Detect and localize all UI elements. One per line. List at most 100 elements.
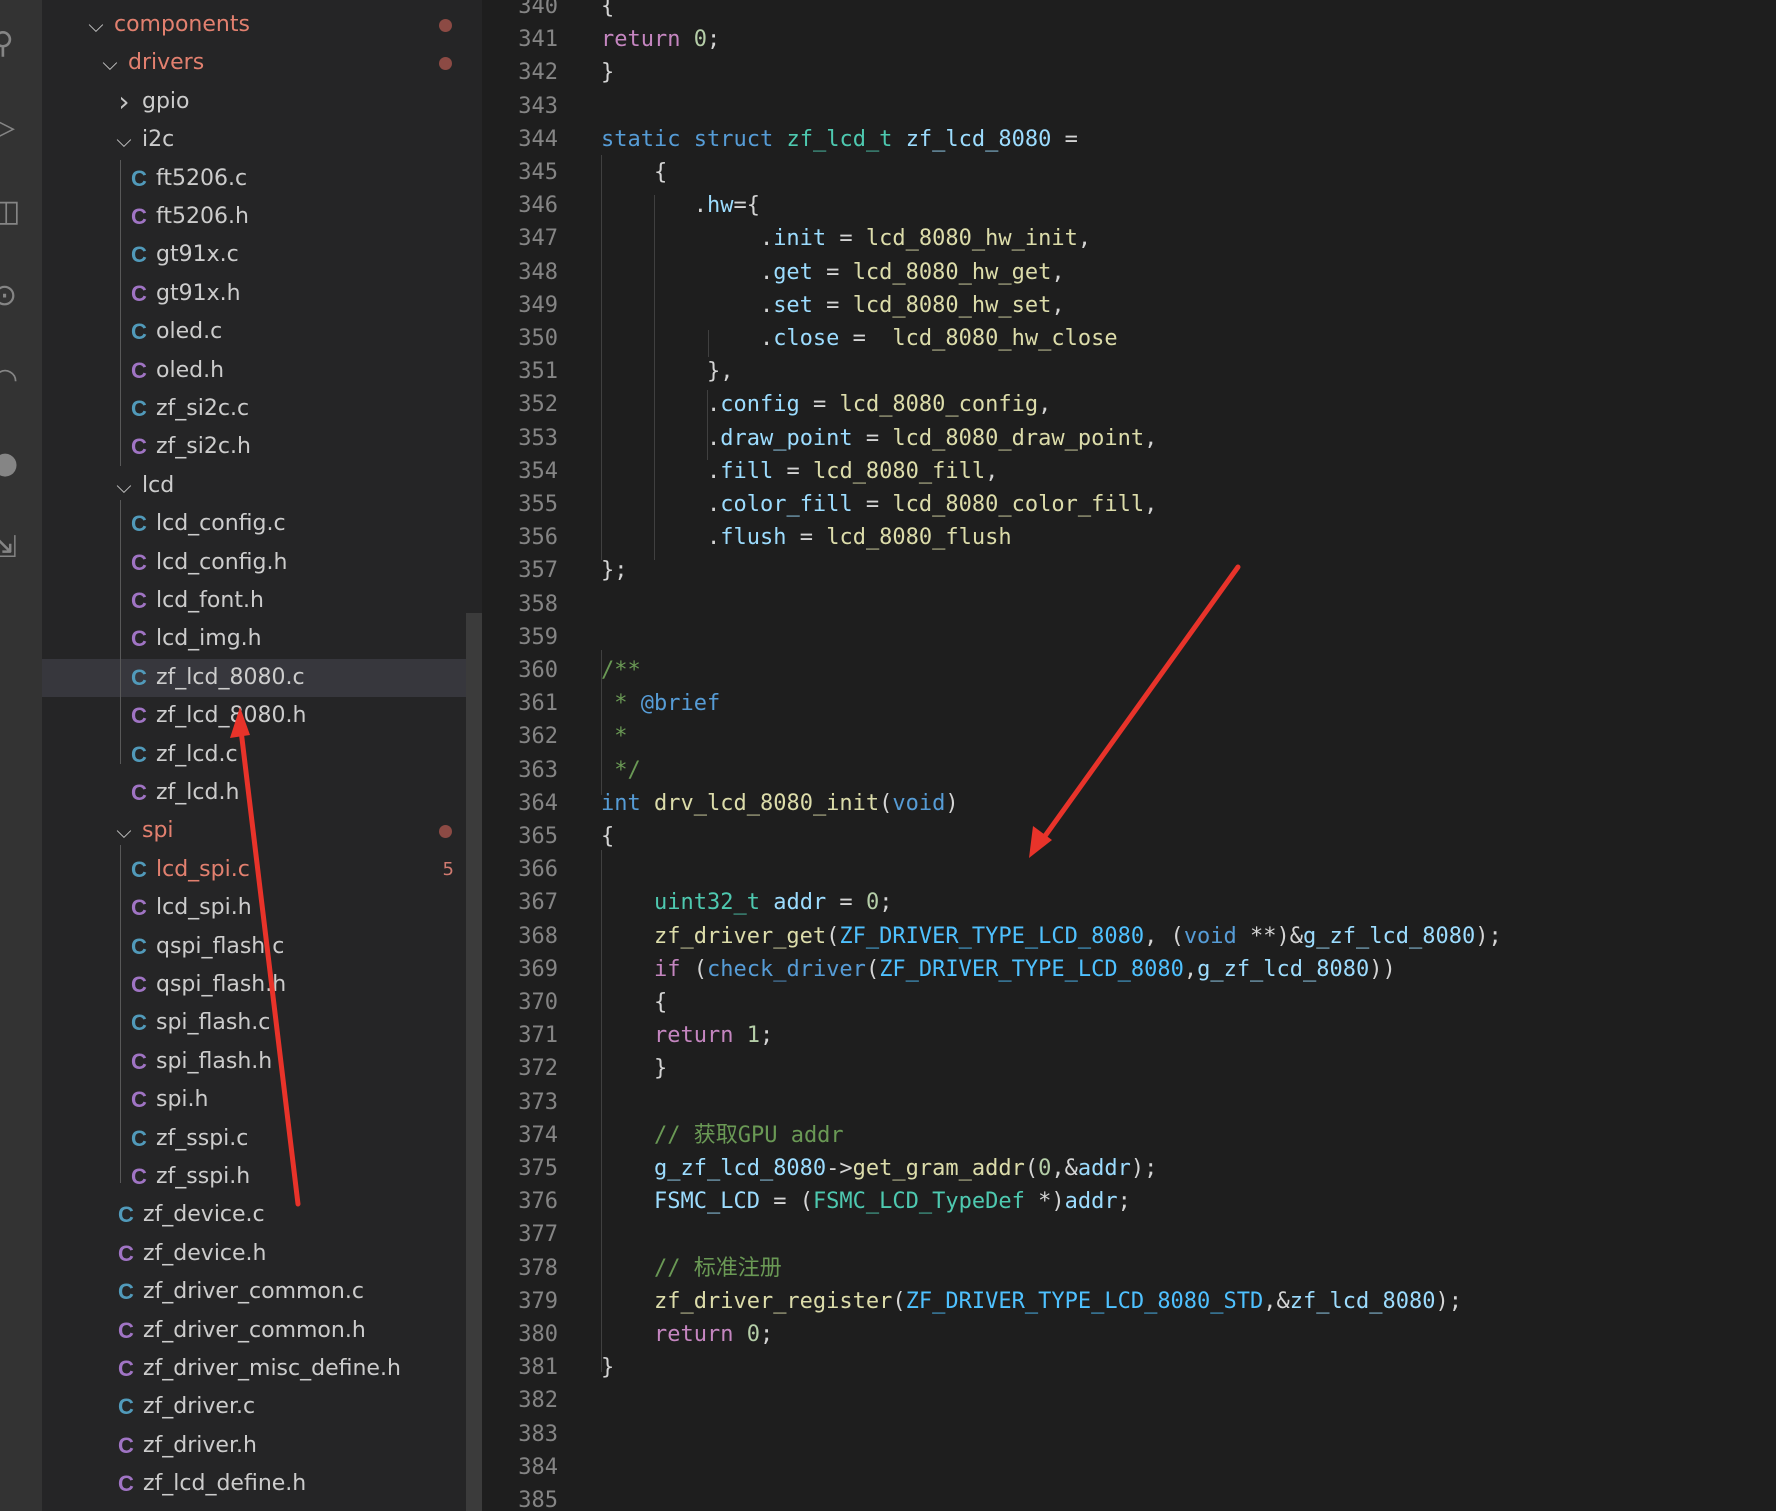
- code-line[interactable]: * @brief: [601, 687, 720, 720]
- tree-file[interactable]: Czf_lcd_8080.h: [42, 697, 482, 735]
- tree-file[interactable]: Czf_driver_common.c: [42, 1273, 482, 1311]
- code-line[interactable]: .hw={: [601, 189, 760, 222]
- code-line[interactable]: {: [601, 986, 667, 1019]
- tree-file[interactable]: Czf_device.c: [42, 1196, 482, 1234]
- code-line[interactable]: }: [601, 1351, 614, 1384]
- code-line[interactable]: zf_driver_register(ZF_DRIVER_TYPE_LCD_80…: [601, 1285, 1462, 1318]
- code-line[interactable]: .flush = lcd_8080_flush: [601, 521, 1012, 554]
- code-line[interactable]: {: [601, 156, 667, 189]
- source-control-icon[interactable]: ⚲: [0, 24, 22, 64]
- file-name: zf_device.c: [143, 1202, 265, 1228]
- code-line[interactable]: g_zf_lcd_8080->get_gram_addr(0,&addr);: [601, 1152, 1157, 1185]
- code-token: }: [601, 60, 615, 86]
- tree-file[interactable]: Cqspi_flash.h: [42, 966, 482, 1004]
- tree-folder[interactable]: ⌵ lcd: [42, 467, 482, 505]
- tree-file[interactable]: Cspi_flash.h: [42, 1043, 482, 1081]
- tree-folder[interactable]: ⌵ components: [42, 6, 482, 44]
- file-name: oled.c: [156, 319, 223, 345]
- tree-file[interactable]: Czf_driver.c: [42, 1388, 482, 1426]
- line-number: 382: [518, 1388, 558, 1414]
- remote-explorer-icon[interactable]: ⊙: [0, 276, 22, 316]
- tree-folder[interactable]: ⌵ spi: [42, 812, 482, 850]
- tree-file[interactable]: Czf_lcd_8080.c: [42, 658, 482, 697]
- tree-file[interactable]: Cspi_flash.c: [42, 1004, 482, 1042]
- tree-file[interactable]: Czf_lcd.h: [42, 774, 482, 812]
- tree-folder[interactable]: ⌵ i2c: [42, 121, 482, 159]
- code-line[interactable]: return 0;: [601, 23, 720, 56]
- tree-file[interactable]: Cgt91x.h: [42, 275, 482, 313]
- code-token: (: [680, 956, 707, 982]
- code-line[interactable]: *: [601, 720, 627, 753]
- tree-file[interactable]: Clcd_img.h: [42, 620, 482, 658]
- run-debug-icon[interactable]: ▷: [0, 108, 22, 148]
- code-line[interactable]: int drv_lcd_8080_init(void): [601, 787, 959, 820]
- code-line[interactable]: .init = lcd_8080_hw_init,: [601, 222, 1091, 255]
- file-name: gt91x.c: [156, 242, 239, 268]
- code-line[interactable]: .config = lcd_8080_config,: [601, 388, 1051, 421]
- code-line[interactable]: */: [601, 754, 641, 787]
- tree-file[interactable]: Cqspi_flash.c: [42, 928, 482, 966]
- code-line[interactable]: uint32_t addr = 0;: [601, 886, 892, 919]
- tree-file[interactable]: Clcd_config.h: [42, 544, 482, 582]
- tree-file[interactable]: Cft5206.h: [42, 198, 482, 236]
- code-line[interactable]: // 标准注册: [601, 1252, 782, 1285]
- tree-folder[interactable]: ⌵ drivers: [42, 44, 482, 82]
- explorer-scrollbar[interactable]: [466, 613, 482, 1511]
- code-line[interactable]: FSMC_LCD = (FSMC_LCD_TypeDef *)addr;: [601, 1185, 1131, 1218]
- tree-file[interactable]: Czf_sspi.h: [42, 1158, 482, 1196]
- code-line[interactable]: .color_fill = lcd_8080_color_fill,: [601, 488, 1157, 521]
- code-line[interactable]: /**: [601, 654, 641, 687]
- code-line[interactable]: zf_driver_get(ZF_DRIVER_TYPE_LCD_8080, (…: [601, 920, 1502, 953]
- code-line[interactable]: return 0;: [601, 1318, 773, 1351]
- chevron-down-icon[interactable]: ⌵: [114, 812, 134, 850]
- chevron-right-icon[interactable]: ›: [114, 83, 134, 121]
- tree-file[interactable]: Czf_si2c.h: [42, 428, 482, 466]
- tree-file[interactable]: Cspi.h: [42, 1081, 482, 1119]
- code-line[interactable]: },: [601, 355, 734, 388]
- tree-file[interactable]: Czf_driver_common.h: [42, 1312, 482, 1350]
- code-line[interactable]: static struct zf_lcd_t zf_lcd_8080 =: [601, 123, 1078, 156]
- h-file-icon: C: [131, 204, 147, 229]
- code-editor[interactable]: 340 {341 return 0; 342} 343 344 static struct …: [482, 0, 1776, 1511]
- code-line[interactable]: return 1;: [601, 1019, 773, 1052]
- tree-file[interactable]: Czf_driver.h: [42, 1427, 482, 1465]
- live-share-icon[interactable]: ⇲: [0, 528, 22, 568]
- file-name: spi_flash.c: [156, 1010, 271, 1036]
- chevron-down-icon[interactable]: ⌵: [114, 467, 134, 505]
- wifi-icon[interactable]: ◠: [0, 360, 22, 400]
- tree-folder[interactable]: › gpio: [42, 83, 482, 121]
- code-line[interactable]: }: [601, 1052, 667, 1085]
- code-line[interactable]: .close = lcd_8080_hw_close: [601, 322, 1118, 355]
- code-line[interactable]: // 获取GPU addr: [601, 1119, 844, 1152]
- chevron-down-icon[interactable]: ⌵: [114, 121, 134, 159]
- extensions-icon[interactable]: ◫: [0, 192, 22, 232]
- code-line[interactable]: };: [601, 554, 628, 587]
- code-line[interactable]: if (check_driver(ZF_DRIVER_TYPE_LCD_8080…: [601, 953, 1396, 986]
- tree-file[interactable]: Coled.h: [42, 352, 482, 390]
- code-line[interactable]: .draw_point = lcd_8080_draw_point,: [601, 422, 1157, 455]
- tree-file[interactable]: Cft5206.c: [42, 160, 482, 198]
- line-number: 383: [518, 1421, 558, 1447]
- tree-file[interactable]: Czf_driver_misc_define.h: [42, 1350, 482, 1388]
- tree-file[interactable]: Czf_si2c.c: [42, 390, 482, 428]
- tree-file[interactable]: Czf_lcd_define.h: [42, 1465, 482, 1503]
- tree-file[interactable]: Czf_lcd.c: [42, 736, 482, 774]
- github-icon[interactable]: ●: [0, 444, 22, 484]
- tree-file[interactable]: Clcd_spi.h: [42, 889, 482, 927]
- code-line[interactable]: {: [601, 820, 614, 853]
- tree-file[interactable]: Clcd_spi.c 5: [42, 851, 482, 889]
- tree-file[interactable]: Coled.c: [42, 313, 482, 351]
- code-line[interactable]: .get = lcd_8080_hw_get,: [601, 256, 1065, 289]
- tree-file[interactable]: Clcd_font.h: [42, 582, 482, 620]
- chevron-down-icon[interactable]: ⌵: [100, 44, 120, 82]
- code-line[interactable]: .set = lcd_8080_hw_set,: [601, 289, 1065, 322]
- chevron-down-icon[interactable]: ⌵: [86, 6, 106, 44]
- code-token: {: [601, 160, 668, 185]
- code-line[interactable]: }: [601, 56, 614, 89]
- code-line[interactable]: .fill = lcd_8080_fill,: [601, 455, 998, 488]
- tree-file[interactable]: Czf_sspi.c: [42, 1120, 482, 1158]
- tree-file[interactable]: Cgt91x.c: [42, 236, 482, 274]
- tree-file[interactable]: Czf_device.h: [42, 1235, 482, 1273]
- code-line[interactable]: {: [601, 0, 614, 23]
- tree-file[interactable]: Clcd_config.c: [42, 505, 482, 543]
